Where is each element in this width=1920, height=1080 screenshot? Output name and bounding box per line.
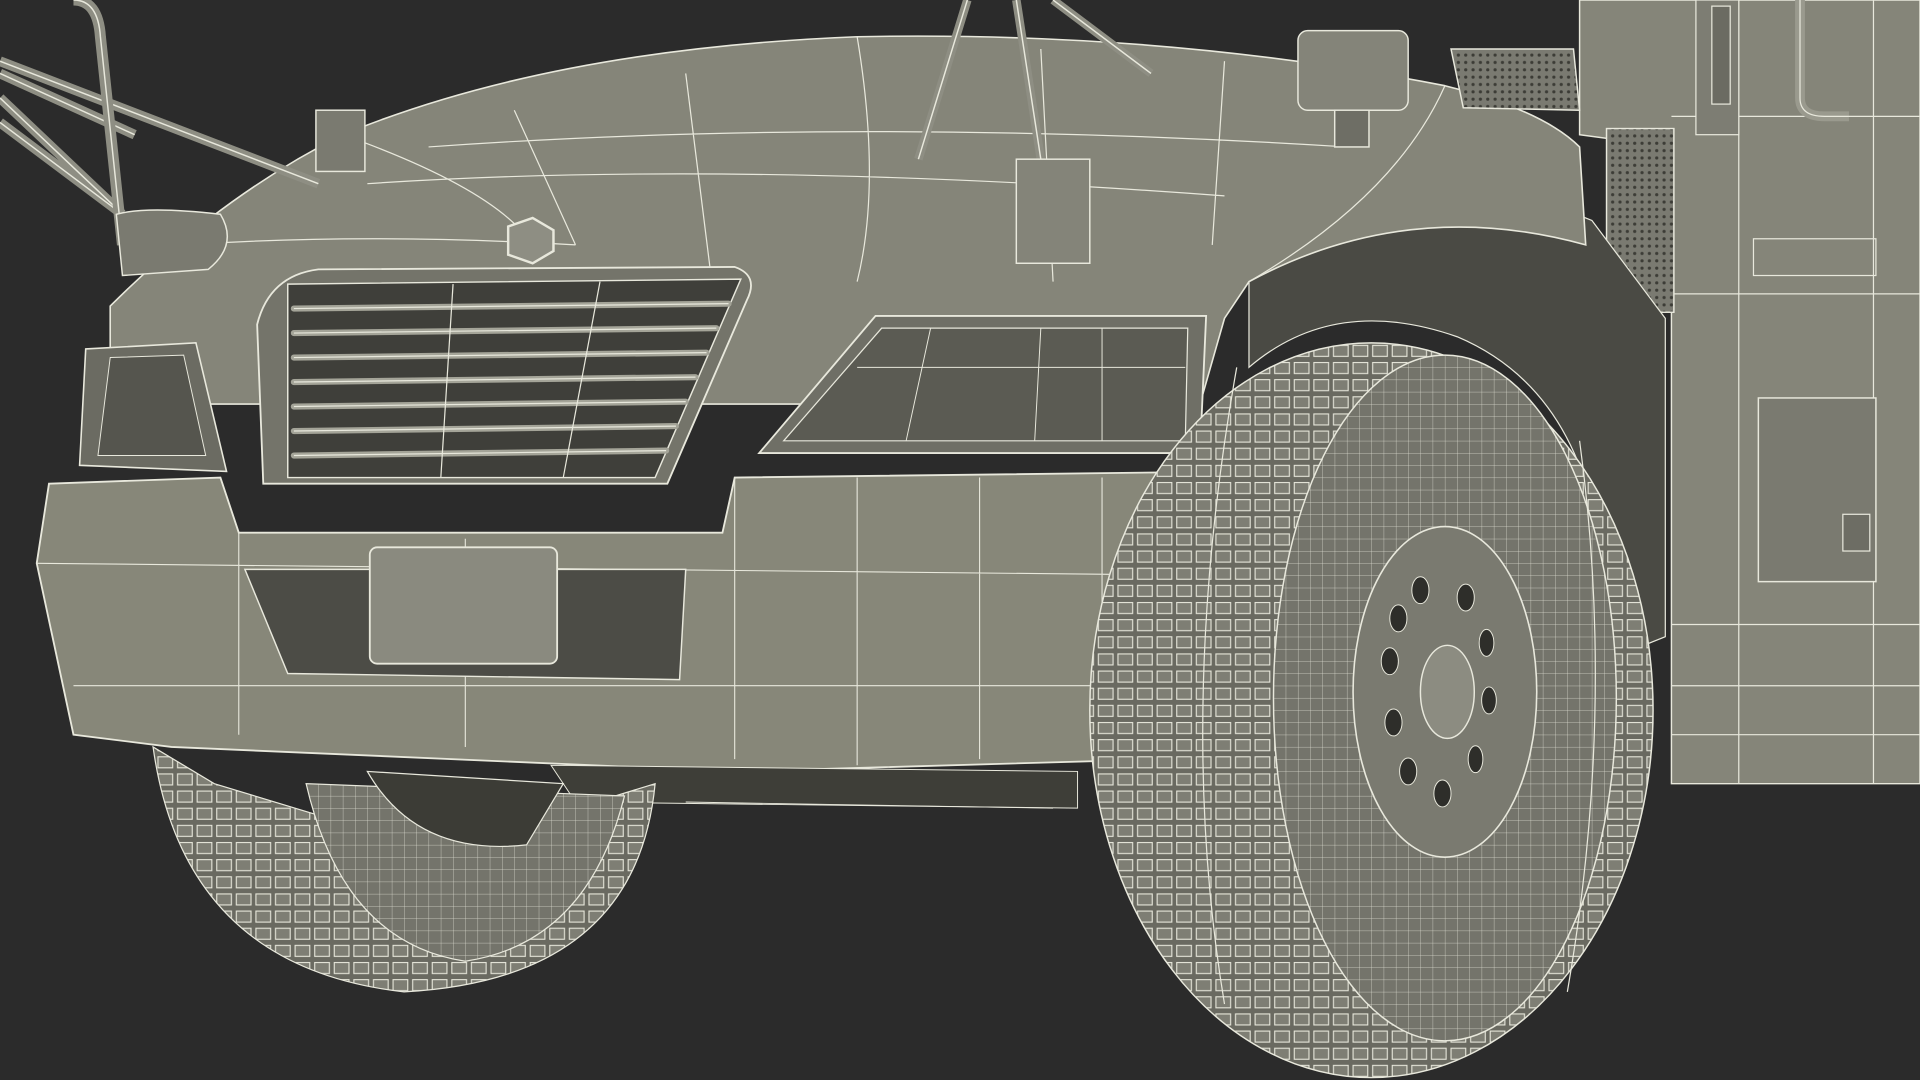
license-plate [368, 546, 559, 665]
render-viewport [0, 0, 1920, 1080]
wireframe-render [0, 0, 1920, 1079]
front-wheel-right [1089, 342, 1654, 1079]
front-grille [256, 266, 752, 485]
